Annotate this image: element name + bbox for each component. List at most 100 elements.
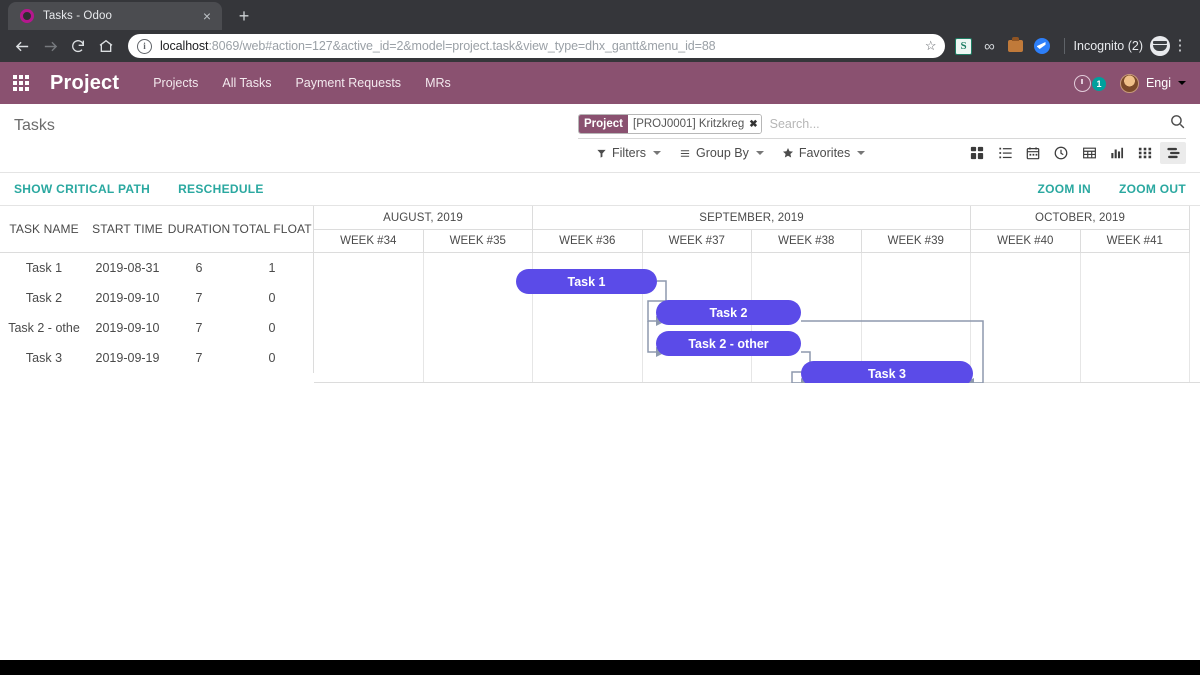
extensions-tray: S ∞ <box>951 33 1055 59</box>
control-panel: Tasks Project [PROJ0001] Kritzkreg ✖ Fil… <box>0 104 1200 173</box>
list-lines-icon <box>680 149 690 157</box>
gantt-bar-task-1[interactable]: Task 1 <box>516 269 657 294</box>
search-input[interactable] <box>767 116 1161 132</box>
list-icon <box>998 147 1012 159</box>
view-switcher <box>964 142 1186 164</box>
cell-task-name: Task 2 <box>25 291 63 305</box>
gantt-grid-header: TASK NAME START TIME DURATION TOTAL FLOA… <box>0 206 313 253</box>
zoom-controls: ZOOM IN ZOOM OUT <box>1010 182 1187 196</box>
gantt-chart: TASK NAME START TIME DURATION TOTAL FLOA… <box>0 206 1200 383</box>
nav-item-all-tasks[interactable]: All Tasks <box>222 76 271 90</box>
view-calendar-button[interactable] <box>1020 142 1046 164</box>
groupby-dropdown[interactable]: Group By <box>679 146 764 160</box>
reload-icon[interactable] <box>64 32 92 60</box>
gantt-bar-task-3[interactable]: Task 3 <box>801 361 973 383</box>
nav-item-payment-requests[interactable]: Payment Requests <box>295 76 401 90</box>
browser-tab[interactable]: Tasks - Odoo × <box>8 2 222 30</box>
nav-item-mrs[interactable]: MRs <box>425 76 451 90</box>
page-empty-area <box>0 383 1200 666</box>
view-gantt-button[interactable] <box>1160 142 1186 164</box>
grid-icon <box>1138 147 1152 159</box>
view-kanban-button[interactable] <box>964 142 990 164</box>
facet-remove-icon[interactable]: ✖ <box>749 119 757 130</box>
timeline-months: AUGUST, 2019 SEPTEMBER, 2019 OCTOBER, 20… <box>314 206 1200 230</box>
filters-label: Filters <box>612 146 647 160</box>
gantt-timeline: AUGUST, 2019 SEPTEMBER, 2019 OCTOBER, 20… <box>314 206 1200 383</box>
week-header: WEEK #39 <box>861 230 971 253</box>
filters-dropdown[interactable]: Filters <box>596 146 662 160</box>
pivot-table-icon <box>1082 147 1096 159</box>
gantt-grid: TASK NAME START TIME DURATION TOTAL FLOA… <box>0 206 314 373</box>
timeline-weeks: WEEK #34 WEEK #35 WEEK #36 WEEK #37 WEEK… <box>314 230 1200 253</box>
table-row[interactable]: Task 1 2019-08-31 6 1 <box>0 253 313 283</box>
month-header: SEPTEMBER, 2019 <box>533 206 971 230</box>
extension-s-icon[interactable]: S <box>951 33 977 59</box>
browser-menu-icon[interactable]: ⋮ <box>1170 38 1190 53</box>
gantt-bar-task-2[interactable]: Task 2 <box>656 300 801 325</box>
star-icon <box>782 148 793 158</box>
column-header-start-time[interactable]: START TIME <box>88 222 167 236</box>
cell-start-time: 2019-09-19 <box>95 351 160 365</box>
cell-total-float: 0 <box>268 291 276 305</box>
gantt-bar-task-2-other[interactable]: Task 2 - other <box>656 331 801 356</box>
reschedule-button[interactable]: RESCHEDULE <box>178 182 264 196</box>
cell-task-name: Task 3 <box>25 351 63 365</box>
app-brand[interactable]: Project <box>50 72 119 95</box>
view-list-button[interactable] <box>992 142 1018 164</box>
view-grid-button[interactable] <box>1132 142 1158 164</box>
column-header-task-name[interactable]: TASK NAME <box>0 222 88 236</box>
facet-category: Project <box>579 115 628 133</box>
search-facet-project[interactable]: Project [PROJ0001] Kritzkreg ✖ <box>578 114 762 134</box>
week-header: WEEK #35 <box>423 230 533 253</box>
table-row[interactable]: Task 3 2019-09-19 7 0 <box>0 343 313 373</box>
profile-label[interactable]: Incognito (2) <box>1074 39 1143 53</box>
navbar-menu: Projects All Tasks Payment Requests MRs <box>153 76 1068 90</box>
column-header-duration[interactable]: DURATION <box>167 222 231 236</box>
address-bar[interactable]: i localhost:8069/web#action=127&active_i… <box>128 34 945 58</box>
site-info-icon[interactable]: i <box>137 38 152 54</box>
back-icon[interactable] <box>8 32 36 60</box>
close-icon[interactable]: × <box>198 9 216 23</box>
bookmark-star-icon[interactable]: ☆ <box>925 38 937 54</box>
zoom-in-button[interactable]: ZOOM IN <box>1038 182 1091 196</box>
zoom-out-button[interactable]: ZOOM OUT <box>1119 182 1186 196</box>
favorites-dropdown[interactable]: Favorites <box>782 146 866 160</box>
cell-total-float: 0 <box>268 321 276 335</box>
new-tab-button[interactable]: + <box>230 2 258 30</box>
favorites-label: Favorites <box>798 146 851 160</box>
cell-duration: 7 <box>195 291 203 305</box>
cell-start-time: 2019-09-10 <box>95 291 160 305</box>
navbar-right: 1 Engi <box>1068 68 1186 98</box>
control-panel-bottom: Filters Group By Favorites <box>0 138 1200 172</box>
screen-bottom-bar <box>0 660 1200 675</box>
cell-start-time: 2019-09-10 <box>95 321 160 335</box>
odoo-navbar: Project Projects All Tasks Payment Reque… <box>0 62 1200 104</box>
view-graph-button[interactable] <box>1104 142 1130 164</box>
column-header-total-float[interactable]: TOTAL FLOAT <box>231 222 313 236</box>
extension-box-icon[interactable] <box>1003 33 1029 59</box>
nav-item-projects[interactable]: Projects <box>153 76 198 90</box>
cell-duration: 6 <box>195 261 203 275</box>
control-panel-top: Tasks Project [PROJ0001] Kritzkreg ✖ <box>0 104 1200 139</box>
extension-blue-circle-icon[interactable] <box>1029 33 1055 59</box>
cell-task-name: Task 2 - othe <box>8 321 80 335</box>
search-icon[interactable] <box>1169 113 1186 135</box>
browser-chrome: Tasks - Odoo × + i localhost:8069/web#ac… <box>0 0 1200 62</box>
table-row[interactable]: Task 2 - othe 2019-09-10 7 0 <box>0 313 313 343</box>
breadcrumb[interactable]: Tasks <box>14 117 55 135</box>
show-critical-path-button[interactable]: SHOW CRITICAL PATH <box>14 182 150 196</box>
month-header: OCTOBER, 2019 <box>971 206 1190 230</box>
url-host: localhost <box>160 39 209 53</box>
user-menu[interactable]: Engi <box>1119 73 1186 93</box>
home-icon[interactable] <box>92 32 120 60</box>
extension-infinity-icon[interactable]: ∞ <box>977 33 1003 59</box>
groupby-label: Group By <box>696 146 749 160</box>
week-header: WEEK #41 <box>1080 230 1190 253</box>
incognito-icon[interactable] <box>1150 36 1170 56</box>
apps-menu-icon[interactable] <box>10 72 32 94</box>
table-row[interactable]: Task 2 2019-09-10 7 0 <box>0 283 313 313</box>
view-activity-button[interactable] <box>1048 142 1074 164</box>
month-header: AUGUST, 2019 <box>314 206 533 230</box>
chevron-down-icon <box>653 151 662 155</box>
view-pivot-button[interactable] <box>1076 142 1102 164</box>
